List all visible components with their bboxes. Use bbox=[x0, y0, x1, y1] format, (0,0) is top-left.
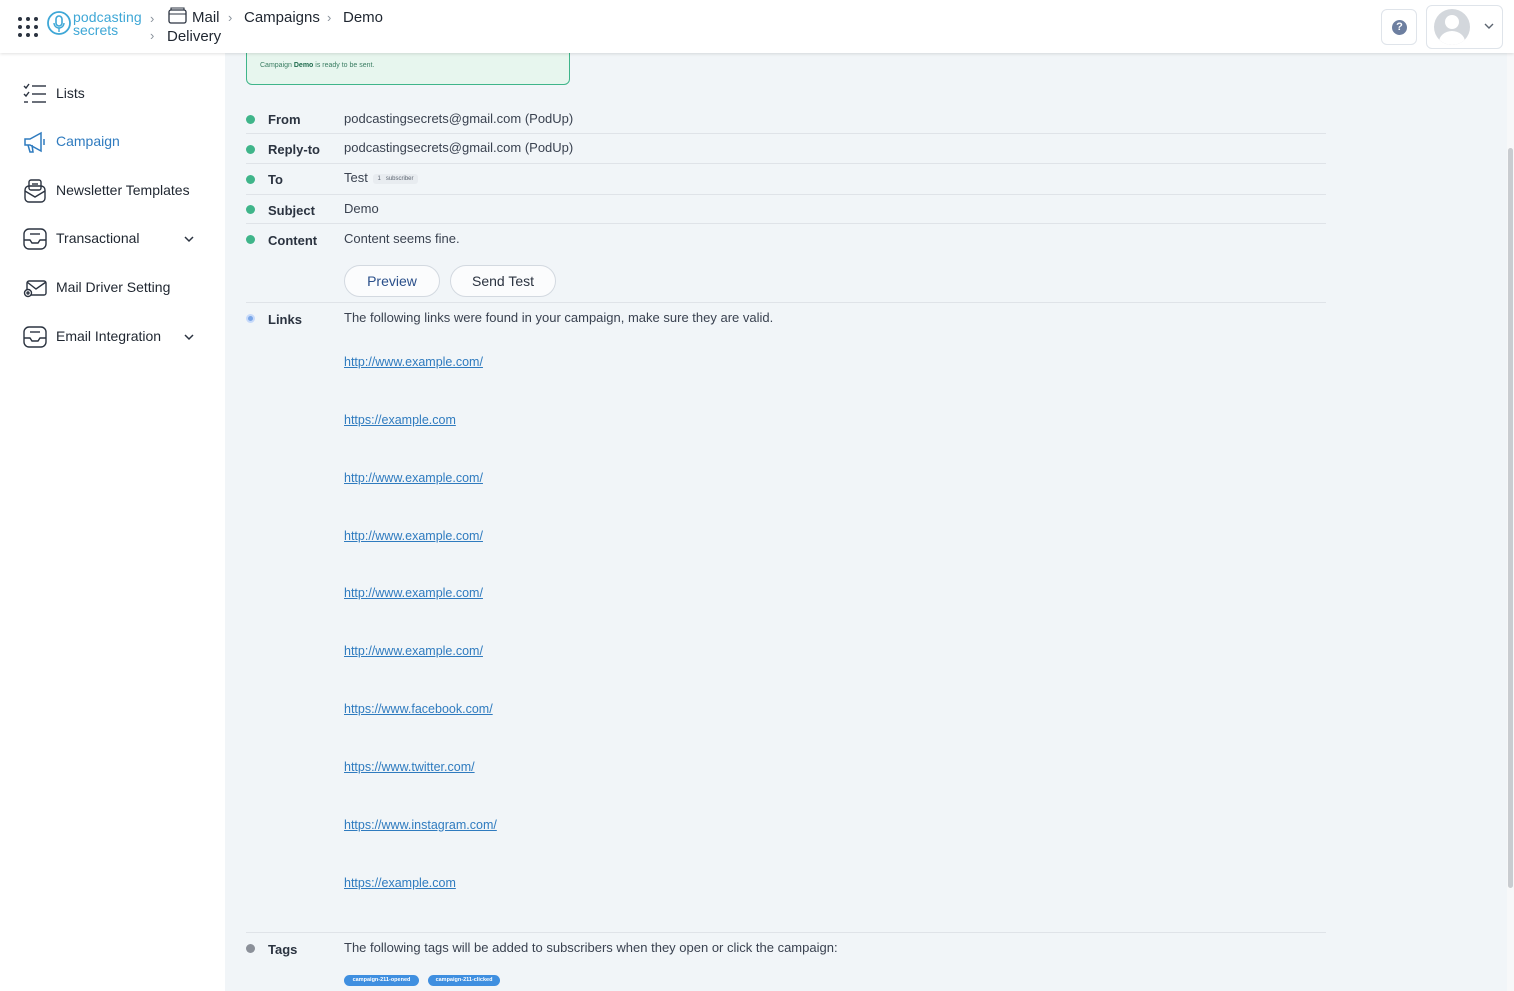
check-key: Content bbox=[268, 233, 318, 248]
alert-text: Campaign Demo is ready to be sent. bbox=[260, 62, 374, 69]
breadcrumb-chevron-icon: › bbox=[150, 28, 155, 43]
inbox-icon bbox=[23, 326, 47, 348]
logo[interactable]: podcasting secrets bbox=[46, 8, 146, 38]
campaign-link[interactable]: http://www.example.com/ bbox=[344, 471, 483, 485]
divider bbox=[246, 194, 1326, 195]
tag-badge: campaign-211-opened bbox=[344, 975, 419, 986]
tag-badge: campaign-211-clicked bbox=[428, 975, 500, 986]
campaign-link[interactable]: http://www.example.com/ bbox=[344, 529, 483, 543]
breadcrumb-campaigns[interactable]: Campaigns bbox=[244, 9, 320, 26]
logo-mark-icon bbox=[47, 11, 71, 35]
campaign-link[interactable]: https://example.com bbox=[344, 876, 456, 890]
check-value: podcastingsecrets@gmail.com (PodUp) bbox=[344, 140, 574, 155]
divider bbox=[246, 163, 1326, 164]
sidebar-item-campaign[interactable]: Campaign bbox=[0, 123, 225, 159]
mail-app-icon bbox=[168, 7, 187, 30]
logo-text-secrets: secrets bbox=[73, 22, 119, 38]
recipient-list-name: Test bbox=[344, 170, 368, 185]
sidebar: Lists Campaign Newsletter Templates Tran… bbox=[0, 53, 225, 991]
mail-settings-icon bbox=[23, 280, 47, 298]
breadcrumb-mail[interactable]: Mail bbox=[192, 9, 220, 26]
check-value: Content seems fine. bbox=[344, 231, 460, 246]
breadcrumb-delivery[interactable]: Delivery bbox=[167, 28, 221, 45]
scrollbar-thumb[interactable] bbox=[1508, 148, 1513, 888]
status-ok-icon bbox=[246, 115, 255, 124]
tag-list: campaign-211-opened campaign-211-clicked bbox=[344, 975, 644, 987]
alert-prefix: Campaign bbox=[260, 62, 292, 69]
sidebar-item-transactional[interactable]: Transactional bbox=[0, 220, 225, 256]
breadcrumb-chevron-icon: › bbox=[228, 10, 233, 25]
subscriber-count-label: subscriber bbox=[385, 175, 414, 182]
sidebar-item-label: Email Integration bbox=[56, 328, 162, 344]
check-value: Demo bbox=[344, 201, 379, 216]
apps-grid-icon[interactable] bbox=[17, 16, 39, 38]
breadcrumb-demo: Demo bbox=[343, 9, 384, 26]
campaign-link[interactable]: https://www.twitter.com/ bbox=[344, 760, 475, 774]
sidebar-item-newsletter-templates[interactable]: Newsletter Templates bbox=[0, 172, 225, 208]
help-button[interactable]: ? bbox=[1381, 9, 1417, 45]
campaign-link[interactable]: http://www.example.com/ bbox=[344, 355, 483, 369]
status-info-icon bbox=[246, 314, 255, 323]
status-ok-icon bbox=[246, 145, 255, 154]
check-value: podcastingsecrets@gmail.com (PodUp) bbox=[344, 111, 574, 126]
subscriber-count-badge: 1 subscriber bbox=[373, 173, 418, 184]
sidebar-item-mail-driver-setting[interactable]: Mail Driver Setting bbox=[0, 269, 225, 305]
sidebar-item-label: Transactional bbox=[56, 230, 140, 246]
preview-button[interactable]: Preview bbox=[344, 265, 440, 297]
help-icon: ? bbox=[1392, 20, 1407, 35]
breadcrumb-chevron-icon: › bbox=[150, 11, 155, 26]
divider bbox=[246, 302, 1326, 303]
avatar bbox=[1434, 9, 1470, 45]
sidebar-item-label: Newsletter Templates bbox=[56, 182, 190, 198]
check-key: Links bbox=[268, 312, 302, 327]
alert-campaign-name: Demo bbox=[293, 62, 314, 69]
newsletter-icon bbox=[24, 179, 46, 203]
status-ok-icon bbox=[246, 235, 255, 244]
alert-suffix: is ready to be sent. bbox=[315, 62, 375, 69]
check-key: Tags bbox=[268, 942, 298, 957]
chevron-down-icon bbox=[1484, 23, 1494, 29]
checklist-icon bbox=[23, 83, 46, 103]
divider bbox=[246, 133, 1326, 134]
check-value: The following links were found in your c… bbox=[344, 310, 774, 325]
divider bbox=[246, 223, 1326, 224]
divider bbox=[246, 932, 1326, 933]
campaign-link[interactable]: https://www.instagram.com/ bbox=[344, 818, 497, 832]
campaign-link[interactable]: http://www.example.com/ bbox=[344, 586, 483, 600]
check-key: To bbox=[268, 172, 283, 187]
subscriber-count: 1 bbox=[377, 175, 381, 182]
top-bar: podcasting secrets › › Mail Delivery › C… bbox=[0, 0, 1514, 53]
scrollbar[interactable] bbox=[1507, 53, 1514, 991]
main-content: Campaign Demo is ready to be sent. From … bbox=[225, 43, 1507, 991]
sidebar-item-email-integration[interactable]: Email Integration bbox=[0, 318, 225, 354]
check-key: Subject bbox=[268, 203, 315, 218]
campaign-link[interactable]: https://example.com bbox=[344, 413, 456, 427]
inbox-icon bbox=[23, 228, 47, 250]
campaign-link[interactable]: http://www.example.com/ bbox=[344, 644, 483, 658]
megaphone-icon bbox=[24, 131, 45, 153]
campaign-link[interactable]: https://www.facebook.com/ bbox=[344, 702, 493, 716]
check-value: Test 1 subscriber bbox=[344, 170, 418, 185]
status-neutral-icon bbox=[246, 944, 255, 953]
user-menu-button[interactable] bbox=[1426, 5, 1503, 49]
sidebar-item-lists[interactable]: Lists bbox=[0, 75, 225, 111]
sidebar-item-label: Mail Driver Setting bbox=[56, 279, 171, 295]
check-key: From bbox=[268, 112, 301, 127]
check-key: Reply-to bbox=[268, 142, 320, 157]
status-ok-icon bbox=[246, 175, 255, 184]
sidebar-item-label: Lists bbox=[56, 85, 85, 101]
breadcrumb-chevron-icon: › bbox=[327, 10, 332, 25]
chevron-down-icon[interactable] bbox=[183, 233, 195, 245]
status-ok-icon bbox=[246, 205, 255, 214]
chevron-down-icon[interactable] bbox=[183, 331, 195, 343]
sidebar-item-label: Campaign bbox=[56, 133, 120, 149]
send-test-button[interactable]: Send Test bbox=[450, 265, 556, 297]
check-value: The following tags will be added to subs… bbox=[344, 940, 838, 955]
